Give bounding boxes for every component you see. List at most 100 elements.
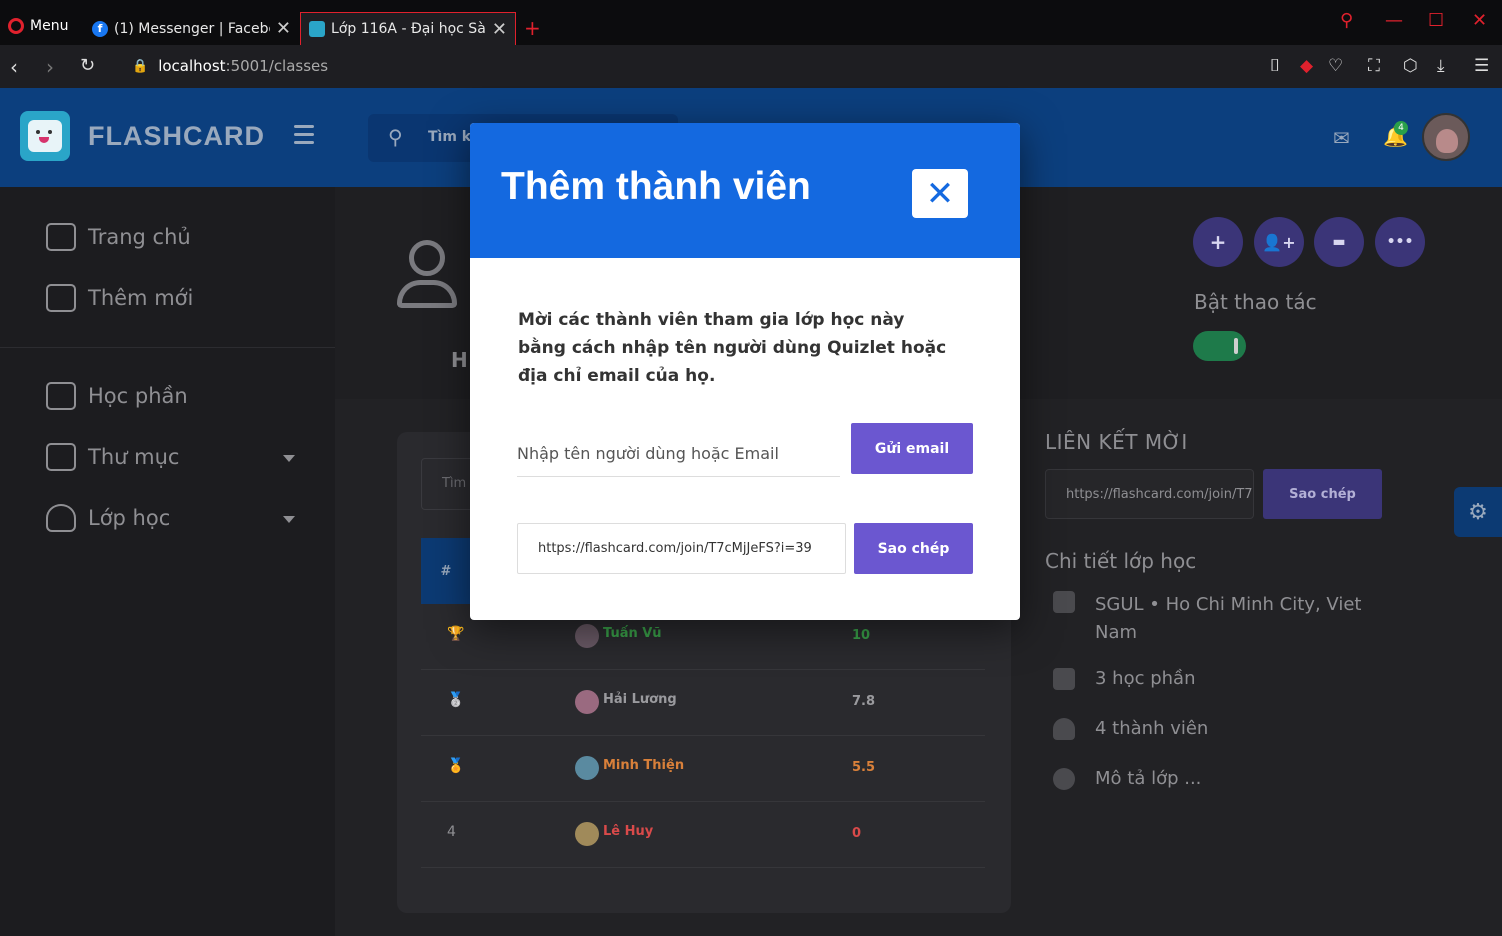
sidebar: Trang chủ Thêm mới Học phần Thư mục Lớp …: [0, 187, 335, 936]
forward-icon[interactable]: ›: [46, 55, 54, 79]
close-modal-button[interactable]: ✕: [912, 169, 968, 218]
hamburger-icon[interactable]: [294, 125, 314, 149]
browser-menu-label: Menu: [30, 18, 69, 34]
invite-link-field[interactable]: https://flashcard.com/join/T7cMjJeFS?i=3…: [1045, 469, 1254, 519]
member-name[interactable]: Tuấn Vũ: [603, 626, 662, 641]
sidebar-item-study-sets[interactable]: Học phần: [46, 382, 188, 410]
url-field[interactable]: 🔒 localhost:5001/classes: [132, 57, 328, 75]
close-tab-icon[interactable]: ✕: [492, 19, 507, 40]
mail-icon[interactable]: ✉: [1333, 126, 1350, 150]
user-icon: [46, 504, 76, 532]
class-heading: H: [451, 348, 468, 372]
award-icon: 🏅: [447, 758, 465, 774]
new-tab-icon[interactable]: +: [524, 16, 541, 40]
browser-tabbar: Menu f (1) Messenger | Facebook ✕ Lớp 11…: [0, 0, 1502, 45]
copy-icon: [1053, 668, 1075, 690]
table-row: 4 Lê Huy 0: [421, 802, 985, 868]
copy-icon: [46, 382, 76, 410]
settings-gear-button[interactable]: ⚙: [1454, 487, 1502, 537]
lock-icon: 🔒: [132, 58, 149, 74]
opera-logo-icon: [8, 18, 24, 34]
detail-members: 4 thành viên: [1053, 718, 1208, 740]
member-name[interactable]: Lê Huy: [603, 824, 653, 839]
info-icon: [1053, 768, 1075, 790]
member-name[interactable]: Minh Thiện: [603, 758, 684, 773]
username-email-input[interactable]: [517, 431, 840, 477]
sidebar-item-classes[interactable]: Lớp học: [46, 504, 170, 532]
avatar: [575, 624, 599, 648]
toggle-label: Bật thao tác: [1194, 290, 1317, 314]
user-avatar[interactable]: [1422, 113, 1470, 161]
search-icon: ⚲: [388, 125, 403, 149]
user-icon: [1053, 718, 1075, 740]
close-icon: ✕: [925, 173, 955, 214]
flashcard-logo[interactable]: [20, 111, 70, 161]
home-icon: [46, 223, 76, 251]
flashcard-icon: [309, 21, 325, 37]
more-button[interactable]: •••: [1375, 217, 1425, 267]
copy-invite-button[interactable]: Sao chép: [1263, 469, 1382, 519]
modal-header: Thêm thành viên ✕: [470, 123, 1020, 258]
sidebar-item-create[interactable]: Thêm mới: [46, 284, 193, 312]
sidebar-item-label: Học phần: [88, 384, 188, 408]
facebook-icon: f: [92, 20, 108, 37]
close-tab-icon[interactable]: ✕: [276, 18, 291, 39]
member-score: 0: [852, 826, 862, 841]
class-user-icon: [395, 240, 459, 312]
minimize-icon[interactable]: —: [1385, 10, 1403, 31]
search-tabs-icon[interactable]: ⚲: [1340, 10, 1353, 31]
member-name[interactable]: Hải Lương: [603, 692, 677, 707]
tab-title: Lớp 116A - Đại học Sài Gòn: [331, 21, 486, 37]
browser-menu-button[interactable]: Menu: [8, 18, 68, 34]
url-path: :5001/classes: [225, 57, 329, 75]
detail-study-sets: 3 học phần: [1053, 668, 1196, 690]
add-member-modal: Thêm thành viên ✕ Mời các thành viên tha…: [470, 123, 1020, 620]
class-detail-title: Chi tiết lớp học: [1045, 549, 1197, 573]
heart-icon[interactable]: ♡: [1328, 56, 1343, 76]
table-row: 🥈 Hải Lương 7.8: [421, 670, 985, 736]
trophy-icon: 🏆: [447, 626, 465, 642]
member-score: 7.8: [852, 694, 876, 709]
invite-link-title: LIÊN KẾT MỜI: [1045, 430, 1188, 454]
sidebar-item-label: Lớp học: [88, 506, 171, 530]
tab-flashcard[interactable]: Lớp 116A - Đại học Sài Gòn ✕: [300, 12, 516, 45]
tab-messenger[interactable]: f (1) Messenger | Facebook ✕: [84, 12, 299, 45]
brand-name: FLASHCARD: [88, 121, 265, 151]
back-icon[interactable]: ‹: [10, 55, 18, 79]
edit-icon: [46, 284, 76, 312]
actions-toggle[interactable]: [1193, 331, 1246, 361]
maximize-icon[interactable]: ☐: [1428, 10, 1444, 31]
cube-icon[interactable]: ⬡: [1403, 56, 1418, 76]
camera-icon[interactable]: ⌷: [1270, 56, 1280, 76]
notification-badge: 4: [1394, 121, 1408, 135]
detail-text: Mô tả lớp ...: [1095, 768, 1202, 789]
add-member-button[interactable]: 👤+: [1254, 217, 1304, 267]
member-score: 5.5: [852, 760, 876, 775]
url-host: localhost: [158, 57, 226, 75]
tab-title: (1) Messenger | Facebook: [114, 20, 270, 37]
send-email-button[interactable]: Gửi email: [851, 423, 973, 474]
browser-addressbar: ‹ › ↻ 🔒 localhost:5001/classes ⌷ ◆ ♡ ⛶ ⬡…: [0, 45, 1502, 88]
sidebar-item-label: Thư mục: [88, 445, 180, 469]
folder-button[interactable]: ▬: [1314, 217, 1364, 267]
modal-description: Mời các thành viên tham gia lớp học này …: [518, 310, 947, 386]
sidebar-item-folders[interactable]: Thư mục: [46, 443, 179, 471]
download-icon[interactable]: ⤓: [1437, 56, 1445, 76]
folder-icon: [46, 443, 76, 471]
snapshot-icon[interactable]: ⛶: [1368, 56, 1380, 76]
copy-link-button[interactable]: Sao chép: [854, 523, 973, 574]
invite-link-input[interactable]: [517, 523, 846, 574]
sidebar-item-home[interactable]: Trang chủ: [46, 223, 191, 251]
modal-title: Thêm thành viên: [501, 165, 811, 208]
chevron-down-icon[interactable]: [283, 455, 295, 462]
table-row: 🏅 Minh Thiện 5.5: [421, 736, 985, 802]
easy-setup-icon[interactable]: ☰: [1474, 56, 1489, 76]
close-window-icon[interactable]: ✕: [1472, 10, 1487, 31]
avatar: [575, 690, 599, 714]
reload-icon[interactable]: ↻: [80, 55, 95, 76]
detail-text: 3 học phần: [1095, 668, 1196, 689]
detail-description[interactable]: Mô tả lớp ...: [1053, 768, 1201, 790]
add-study-set-button[interactable]: +: [1193, 217, 1243, 267]
shield-icon[interactable]: ◆: [1300, 56, 1313, 76]
chevron-down-icon[interactable]: [283, 516, 295, 523]
